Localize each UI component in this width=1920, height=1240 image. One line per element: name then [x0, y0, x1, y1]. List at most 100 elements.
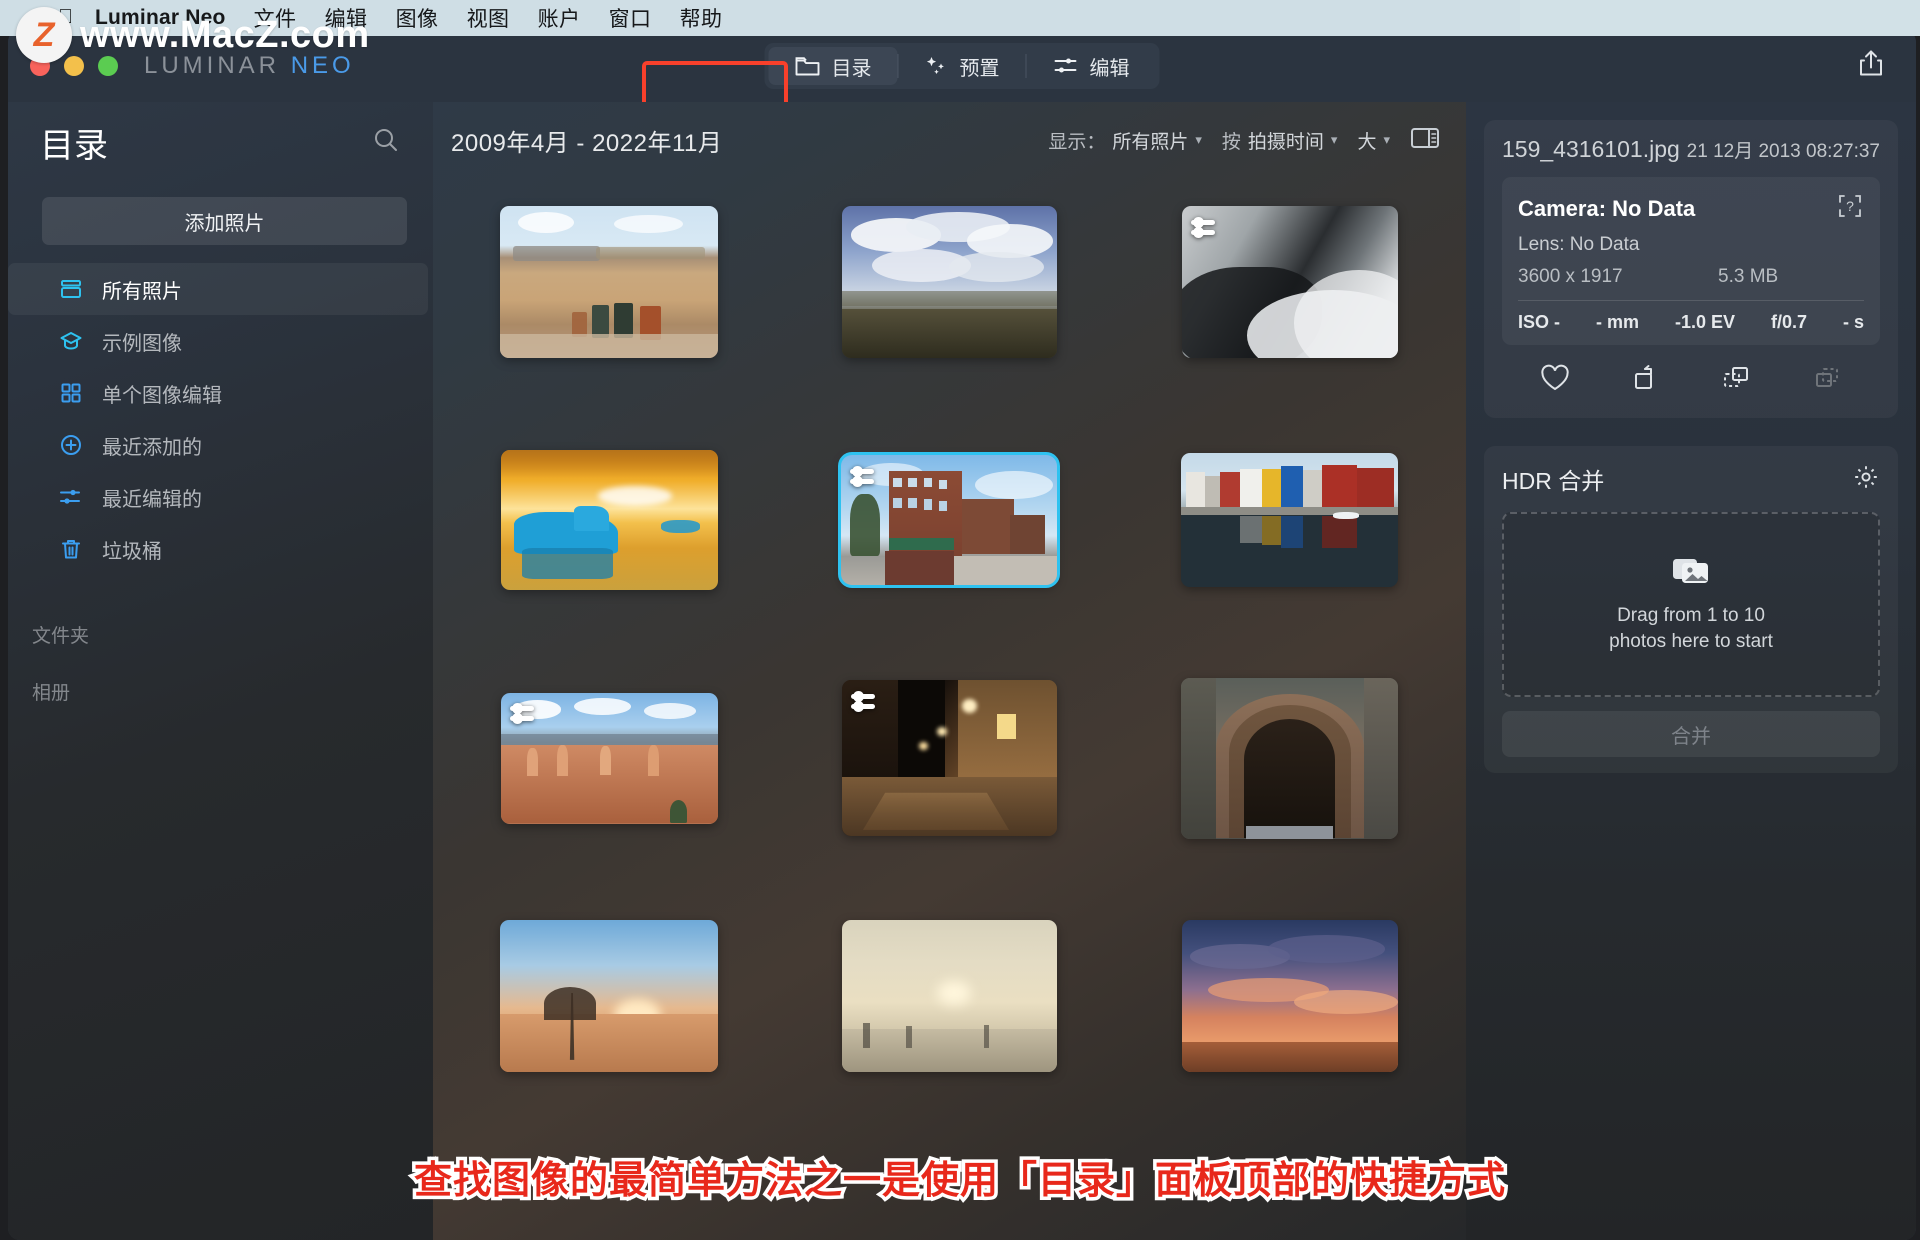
menu-item-image[interactable]: 图像 — [396, 3, 439, 33]
menu-item-file[interactable]: 文件 — [254, 3, 297, 33]
sidebar-item-all-photos[interactable]: 所有照片 — [8, 263, 428, 315]
file-header-row: 159_4316101.jpg 21 12月 2013 08:27:37 — [1502, 136, 1880, 163]
share-icon[interactable] — [1854, 47, 1888, 86]
apple-icon[interactable]:  — [58, 7, 73, 27]
hdr-dropzone[interactable]: Drag from 1 to 10 photos here to start — [1502, 512, 1880, 697]
gear-icon[interactable] — [1852, 463, 1880, 496]
thumbnail-purple-dusk-clouds[interactable] — [1181, 920, 1398, 1072]
photo-cell[interactable] — [1132, 892, 1448, 1100]
thumbnail-cows-on-desert-road[interactable] — [500, 206, 719, 358]
show-filter-dropdown[interactable]: 显示： 所有照片 ▾ — [1048, 127, 1202, 154]
dimensions-row: 3600 x 1917 5.3 MB — [1518, 266, 1864, 288]
exif-focal-length: - mm — [1595, 312, 1639, 332]
inspector-panel: 159_4316101.jpg 21 12月 2013 08:27:37 Cam… — [1466, 102, 1916, 1240]
photo-cell[interactable] — [1132, 416, 1448, 624]
sidebar-section-albums[interactable]: 相册 — [8, 678, 433, 705]
tab-edit[interactable]: 编辑 — [1027, 47, 1156, 85]
split-view-icon[interactable] — [1410, 126, 1440, 155]
window-titlebar: LUMINAR NEO 目录 预置 编辑 — [8, 30, 1916, 102]
photo-cell[interactable] — [791, 416, 1107, 624]
stack-icon[interactable] — [1811, 363, 1843, 398]
photo-cell[interactable] — [451, 892, 767, 1100]
hdr-header: HDR 合并 — [1502, 462, 1880, 496]
sidebar-item-recently-edited[interactable]: 最近编辑的 — [8, 471, 433, 523]
menubar-filler — [1520, 0, 1920, 36]
thumbnail-sunset-over-water-tree[interactable] — [500, 920, 719, 1072]
hdr-dropzone-line1: Drag from 1 to 10 — [1617, 605, 1765, 627]
sort-dropdown[interactable]: 按 拍摄时间 ▾ — [1222, 127, 1338, 154]
show-filter-value: 所有照片 — [1112, 131, 1189, 153]
date-range-label: 2009年4月 - 2022年11月 — [451, 129, 723, 157]
hdr-merge-button[interactable]: 合并 — [1502, 711, 1880, 757]
maximize-button[interactable] — [98, 56, 118, 76]
add-photos-button[interactable]: 添加照片 — [42, 197, 407, 245]
search-icon[interactable] — [371, 125, 401, 160]
tab-presets[interactable]: 预置 — [899, 47, 1026, 85]
dimensions-label: 3600 x 1917 — [1518, 266, 1623, 287]
thumbnail-size-dropdown[interactable]: 大 ▾ — [1357, 127, 1390, 154]
app-brand-logo: LUMINAR NEO — [144, 52, 355, 80]
tab-catalog[interactable]: 目录 — [768, 47, 898, 85]
sidebar-item-sample-images-label: 示例图像 — [102, 332, 182, 355]
menu-item-account[interactable]: 账户 — [538, 3, 581, 33]
brand-neo: NEO — [290, 52, 355, 79]
menu-item-edit[interactable]: 编辑 — [325, 3, 368, 33]
photo-cell[interactable] — [791, 892, 1107, 1100]
sidebar-item-single-image-edit[interactable]: 单个图像编辑 — [8, 367, 433, 419]
thumbnail-iceberg-golden-sunset[interactable] — [500, 450, 718, 590]
photo-browser: 2009年4月 - 2022年11月 显示： 所有照片 ▾ 按 拍摄时间 ▾ 大… — [433, 102, 1466, 1240]
rotate-icon[interactable] — [1630, 363, 1662, 398]
filter-controls: 显示： 所有照片 ▾ 按 拍摄时间 ▾ 大 ▾ — [1048, 126, 1440, 155]
sidebar-header: 目录 — [8, 102, 433, 167]
thumbnail-bryce-canyon-hoodoos[interactable] — [500, 692, 718, 824]
photo-cell[interactable] — [791, 178, 1107, 386]
exif-aperture: f/0.7 — [1770, 312, 1807, 332]
minimize-button[interactable] — [64, 56, 84, 76]
sidebar-item-recently-added-label: 最近添加的 — [102, 436, 202, 459]
exif-iso: ISO - — [1518, 312, 1561, 332]
menu-item-view[interactable]: 视图 — [467, 3, 510, 33]
photo-cell[interactable] — [451, 416, 767, 624]
photos-icon — [1671, 554, 1711, 593]
sidebar-title: 目录 — [40, 127, 108, 165]
traffic-lights — [30, 56, 118, 76]
help-bracket-icon[interactable]: ? — [1836, 192, 1864, 225]
photo-cell[interactable] — [1132, 654, 1448, 862]
tab-edit-label: 编辑 — [1089, 57, 1130, 80]
sidebar-item-recently-added[interactable]: 最近添加的 — [8, 419, 433, 471]
catalog-sidebar: 目录 添加照片 所有照片 示例图像 单个图像编辑 最近添加的 最近编辑的 垃圾桶… — [8, 102, 433, 1240]
photo-cell[interactable] — [791, 654, 1107, 862]
svg-text:?: ? — [1846, 198, 1854, 214]
sparkle-icon — [925, 55, 949, 77]
thumbnail-clouds-over-field[interactable] — [841, 206, 1057, 358]
thumbnail-smoke-plume[interactable] — [1181, 206, 1398, 358]
menu-item-window[interactable]: 窗口 — [609, 3, 652, 33]
thumbnail-gothic-stone-archway[interactable] — [1181, 677, 1399, 839]
thumbnail-brick-main-street[interactable] — [838, 452, 1061, 588]
edited-badge-icon — [850, 688, 881, 714]
close-button[interactable] — [30, 56, 50, 76]
heart-icon[interactable] — [1539, 363, 1571, 398]
sidebar-item-recently-edited-label: 最近编辑的 — [102, 488, 202, 511]
trash-icon — [58, 536, 84, 562]
thumbnail-old-alley-at-night[interactable] — [841, 680, 1057, 836]
copy-dashed-icon[interactable] — [1720, 363, 1752, 398]
sidebar-section-folders[interactable]: 文件夹 — [8, 621, 433, 648]
capture-date-label: 21 12月 2013 08:27:37 — [1686, 141, 1880, 162]
exif-values-row: ISO - - mm -1.0 EV f/0.7 - s — [1518, 312, 1864, 333]
menu-item-help[interactable]: 帮助 — [680, 3, 723, 33]
thumbnail-colorful-canal-houses[interactable] — [1181, 453, 1399, 587]
photo-cell[interactable] — [451, 654, 767, 862]
thumbnail-hazy-beach-sunrise[interactable] — [841, 920, 1057, 1072]
mode-tabbar: 目录 预置 编辑 — [764, 43, 1160, 89]
show-filter-label: 显示： — [1048, 131, 1106, 153]
macos-menubar:  Luminar Neo 文件 编辑 图像 视图 账户 窗口 帮助 — [0, 0, 1920, 36]
sidebar-item-sample-images[interactable]: 示例图像 — [8, 315, 433, 367]
thumbnail-size-value: 大 — [1357, 131, 1377, 153]
image-actions-row — [1502, 345, 1880, 402]
photo-cell[interactable] — [451, 178, 767, 386]
brand-luminar: LUMINAR — [144, 52, 281, 79]
sidebar-item-trash[interactable]: 垃圾桶 — [8, 523, 433, 575]
photo-cell[interactable] — [1132, 178, 1448, 386]
chevron-down-icon: ▾ — [1330, 132, 1338, 147]
